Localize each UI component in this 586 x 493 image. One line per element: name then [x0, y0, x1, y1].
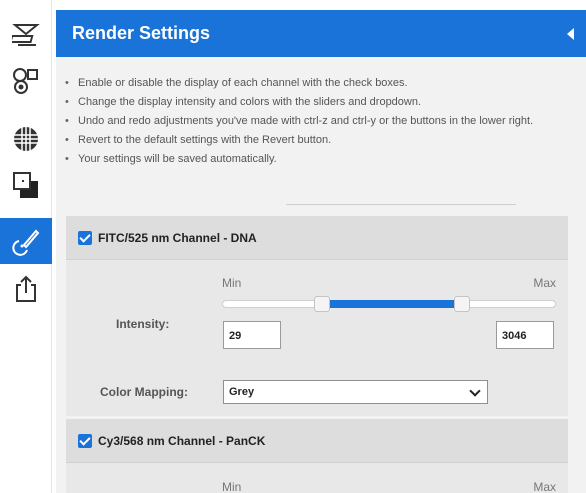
- instruction-item: Your settings will be saved automaticall…: [60, 150, 580, 169]
- channel-checkbox[interactable]: [78, 231, 92, 245]
- layers-button[interactable]: [0, 162, 52, 208]
- share-button[interactable]: [0, 266, 52, 312]
- share-export-icon: [16, 275, 36, 302]
- intensity-min-input[interactable]: 29: [223, 321, 281, 349]
- instruction-item: Revert to the default settings with the …: [60, 131, 580, 150]
- channel-card: Cy3/568 nm Channel - PanCK Min Max: [66, 419, 568, 493]
- channel-name: FITC/525 nm Channel - DNA: [98, 231, 257, 245]
- instructions-list: Enable or disable the display of each ch…: [60, 74, 580, 169]
- instruction-item: Undo and redo adjustments you've made wi…: [60, 112, 580, 131]
- min-label: Min: [222, 480, 242, 493]
- channel-header: Cy3/568 nm Channel - PanCK: [66, 419, 568, 463]
- intensity-max-input[interactable]: 3046: [496, 321, 554, 349]
- paint-brush-icon: [12, 229, 40, 256]
- intensity-min-handle[interactable]: [314, 296, 331, 312]
- chevron-down-icon: [469, 385, 481, 397]
- color-mapping-label: Color Mapping:: [100, 385, 188, 399]
- divider: [286, 204, 516, 205]
- render-settings-button[interactable]: [0, 218, 52, 264]
- instruction-item: Change the display intensity and colors …: [60, 93, 580, 112]
- channels-button[interactable]: [0, 58, 52, 104]
- panel-title: Render Settings: [72, 23, 211, 43]
- color-mapping-select[interactable]: Grey: [223, 380, 488, 404]
- intensity-slider-range: [322, 300, 463, 308]
- channel-name: Cy3/568 nm Channel - PanCK: [98, 434, 266, 448]
- panel-header: Render Settings: [56, 10, 586, 57]
- intensity-max-handle[interactable]: [454, 296, 471, 312]
- slide-scanner-button[interactable]: [0, 12, 52, 58]
- max-label: Max: [533, 276, 556, 290]
- left-toolbar: [0, 0, 52, 493]
- channels-icon: [13, 68, 38, 94]
- grid-globe-button[interactable]: [0, 116, 52, 162]
- channel-checkbox[interactable]: [78, 434, 92, 448]
- channel-header: FITC/525 nm Channel - DNA: [66, 216, 568, 260]
- render-settings-panel: Render Settings Enable or disable the di…: [56, 10, 586, 493]
- max-label: Max: [533, 480, 556, 493]
- instruction-item: Enable or disable the display of each ch…: [60, 74, 580, 93]
- min-label: Min: [222, 276, 242, 290]
- slide-scanner-icon: [12, 24, 40, 46]
- grid-globe-icon: [14, 127, 38, 151]
- color-mapping-value: Grey: [229, 386, 255, 398]
- channel-card: FITC/525 nm Channel - DNA Min Max Intens…: [66, 216, 568, 416]
- intensity-label: Intensity:: [116, 317, 170, 331]
- collapse-left-icon[interactable]: [567, 28, 574, 40]
- layers-icon: [13, 172, 38, 198]
